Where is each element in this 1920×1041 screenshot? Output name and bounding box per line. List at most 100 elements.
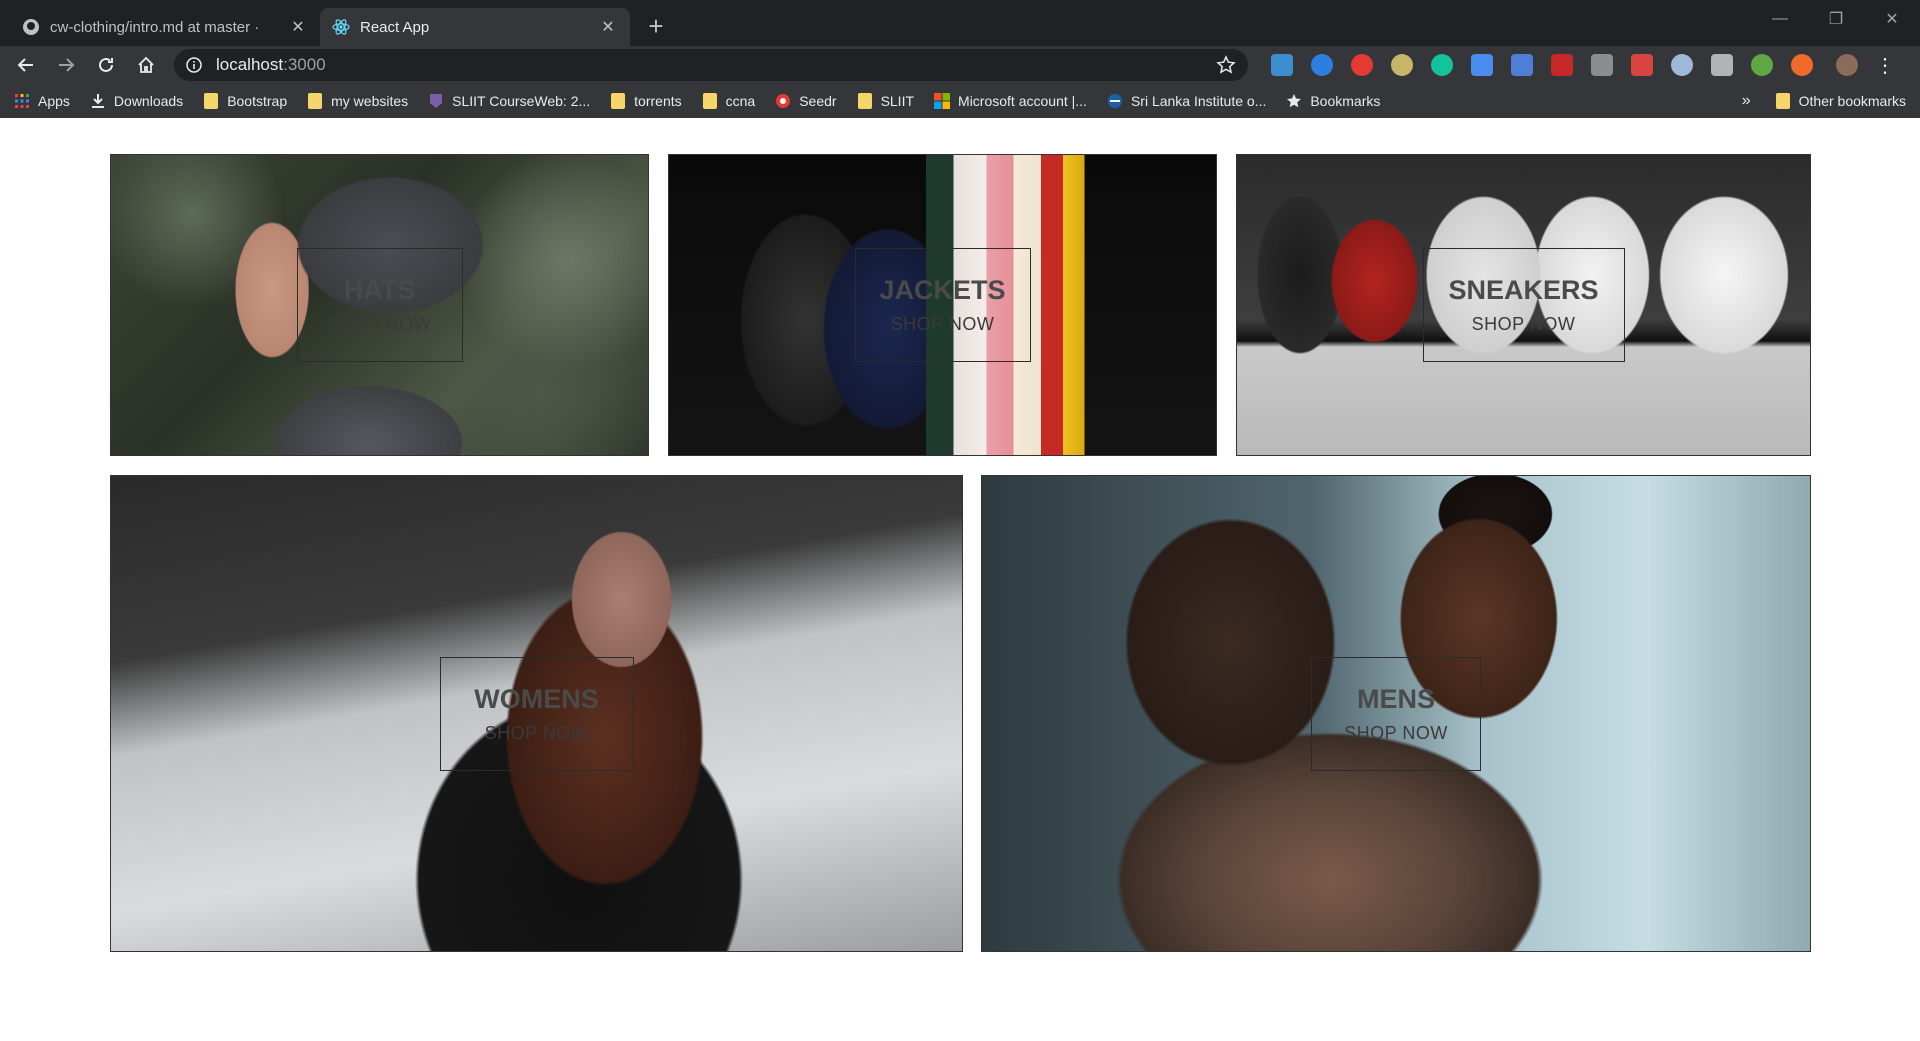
bookmark-sliit-courseweb[interactable]: SLIIT CourseWeb: 2...: [428, 93, 590, 109]
bookmark-apps[interactable]: Apps: [14, 93, 70, 109]
menu-item-content: MENS SHOP NOW: [1311, 656, 1481, 771]
close-tab-icon[interactable]: ✕: [598, 17, 618, 37]
url-port: :3000: [283, 55, 326, 74]
url-text: localhost:3000: [216, 55, 1214, 75]
extension-icon[interactable]: [1751, 54, 1773, 76]
tab-react-app[interactable]: React App ✕: [320, 8, 630, 46]
bookmarks-bar: Apps Downloads Bootstrap my websites SLI…: [0, 84, 1920, 118]
menu-item-subtitle: SHOP NOW: [1471, 314, 1576, 334]
bookmark-label: torrents: [634, 93, 682, 109]
folder-icon: [203, 93, 219, 109]
page-content: HATS SHOP NOW JACKETS SHOP NOW SNEAKERS …: [0, 118, 1920, 1041]
bookmark-downloads[interactable]: Downloads: [90, 93, 183, 109]
bookmark-label: Downloads: [113, 93, 184, 109]
back-icon[interactable]: [8, 49, 44, 81]
bookmark-folder[interactable]: SLIIT: [857, 93, 914, 109]
folder-icon: [1775, 93, 1791, 109]
bookmarks-overflow-button[interactable]: »: [1742, 92, 1751, 110]
site-info-icon[interactable]: [184, 55, 204, 75]
reload-icon[interactable]: [88, 49, 124, 81]
bookmark-other[interactable]: Other bookmarks: [1775, 93, 1906, 109]
extension-icon[interactable]: [1591, 54, 1613, 76]
bookmark-bookmarks[interactable]: Bookmarks: [1286, 93, 1380, 109]
menu-item-title: WOMENS: [474, 683, 599, 714]
star-icon: [1286, 93, 1302, 109]
bookmark-label: SLIIT CourseWeb: 2...: [452, 93, 591, 109]
tab-github[interactable]: cw-clothing/intro.md at master · ✕: [10, 8, 320, 46]
close-window-icon[interactable]: ✕: [1864, 0, 1920, 38]
tab-title: React App: [360, 18, 430, 36]
github-icon: [22, 18, 40, 36]
bookmark-label: my websites: [331, 93, 409, 109]
bookmark-folder[interactable]: Bootstrap: [203, 93, 287, 109]
folder-icon: [857, 93, 873, 109]
extension-icon[interactable]: [1631, 54, 1653, 76]
bookmark-label: Sri Lanka Institute o...: [1130, 93, 1267, 109]
profile-avatar[interactable]: [1836, 54, 1858, 76]
sliit-globe-icon: [1107, 93, 1123, 109]
menu-item-content: SNEAKERS SHOP NOW: [1422, 248, 1625, 362]
bookmarks-right: » Other bookmarks: [1742, 84, 1906, 118]
minimize-icon[interactable]: —: [1752, 0, 1808, 38]
bookmark-label: Apps: [38, 93, 70, 109]
close-tab-icon[interactable]: ✕: [288, 17, 308, 37]
apps-grid-icon: [14, 93, 30, 109]
bookmark-sliit-site[interactable]: Sri Lanka Institute o...: [1107, 93, 1266, 109]
bookmark-label: Seedr: [799, 93, 837, 109]
restore-icon[interactable]: ❐: [1808, 0, 1864, 38]
bookmark-folder[interactable]: torrents: [610, 93, 682, 109]
tab-strip: cw-clothing/intro.md at master · ✕ React…: [0, 0, 1920, 46]
window-controls: — ❐ ✕: [1752, 0, 1920, 38]
bookmark-folder[interactable]: my websites: [307, 93, 408, 109]
extension-icon[interactable]: [1711, 54, 1733, 76]
menu-item-jackets[interactable]: JACKETS SHOP NOW: [668, 154, 1217, 456]
seedr-icon: [775, 93, 791, 109]
bookmark-label: Other bookmarks: [1798, 93, 1906, 109]
menu-item-mens[interactable]: MENS SHOP NOW: [981, 475, 1811, 952]
extension-icon[interactable]: [1791, 54, 1813, 76]
menu-item-womens[interactable]: WOMENS SHOP NOW: [110, 475, 963, 952]
menu-item-content: JACKETS SHOP NOW: [854, 248, 1031, 362]
extension-icon[interactable]: [1271, 54, 1293, 76]
extension-icon[interactable]: [1311, 54, 1333, 76]
folder-icon: [610, 93, 626, 109]
bookmark-microsoft[interactable]: Microsoft account |...: [934, 93, 1087, 109]
bookmark-star-icon[interactable]: [1214, 53, 1238, 77]
menu-item-sneakers[interactable]: SNEAKERS SHOP NOW: [1236, 154, 1811, 456]
extension-icon[interactable]: [1471, 54, 1493, 76]
bookmark-label: ccna: [725, 93, 756, 109]
translate-icon[interactable]: [1511, 54, 1533, 76]
bookmark-folder[interactable]: ccna: [702, 93, 756, 109]
menu-item-content: WOMENS SHOP NOW: [439, 656, 634, 771]
menu-item-hats[interactable]: HATS SHOP NOW: [110, 154, 649, 456]
sliit-icon: [428, 93, 444, 109]
menu-item-subtitle: SHOP NOW: [484, 722, 589, 743]
grammarly-icon[interactable]: [1431, 54, 1453, 76]
menu-item-subtitle: SHOP NOW: [327, 314, 432, 334]
browser-chrome: cw-clothing/intro.md at master · ✕ React…: [0, 0, 1920, 118]
extension-icon[interactable]: [1351, 54, 1373, 76]
forward-icon[interactable]: [48, 49, 84, 81]
folder-icon: [702, 93, 718, 109]
pdf-icon[interactable]: [1551, 54, 1573, 76]
bookmark-seedr[interactable]: Seedr: [775, 93, 837, 109]
tab-title: cw-clothing/intro.md at master ·: [50, 18, 260, 36]
extensions-area: [1262, 54, 1867, 76]
extension-icon[interactable]: [1671, 54, 1693, 76]
bookmark-label: Bookmarks: [1310, 93, 1381, 109]
menu-item-title: MENS: [1356, 683, 1435, 714]
menu-item-subtitle: SHOP NOW: [1344, 722, 1448, 743]
browser-toolbar: localhost:3000 ⋮: [0, 46, 1920, 84]
bookmark-label: Bootstrap: [227, 93, 288, 109]
bookmark-label: Microsoft account |...: [958, 93, 1087, 109]
download-icon: [90, 93, 106, 109]
new-tab-button[interactable]: +: [638, 8, 674, 44]
menu-item-title: HATS: [343, 275, 416, 305]
extension-icon[interactable]: [1391, 54, 1413, 76]
menu-item-subtitle: SHOP NOW: [890, 314, 995, 334]
menu-icon[interactable]: ⋮: [1873, 50, 1897, 80]
address-bar[interactable]: localhost:3000: [174, 49, 1248, 81]
home-icon[interactable]: [128, 49, 164, 81]
bookmark-label: SLIIT: [880, 93, 915, 109]
menu-item-content: HATS SHOP NOW: [296, 248, 463, 362]
